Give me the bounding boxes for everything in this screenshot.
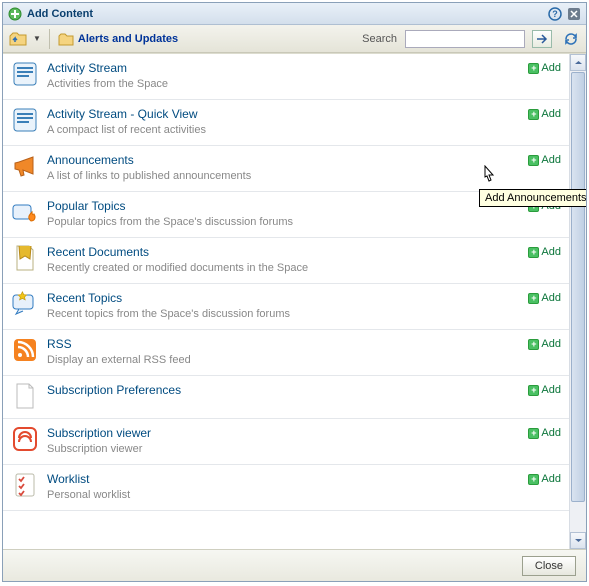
list-item: Recent DocumentsRecently created or modi… (3, 238, 569, 284)
plus-icon: + (528, 63, 539, 74)
item-desc: Subscription viewer (47, 442, 520, 456)
plus-icon: + (528, 474, 539, 485)
list-item: Recent TopicsRecent topics from the Spac… (3, 284, 569, 330)
item-icon (11, 425, 39, 453)
item-title[interactable]: Recent Topics (47, 290, 520, 306)
scroll-down-button[interactable] (570, 532, 586, 549)
close-icon[interactable] (566, 6, 582, 22)
item-desc: Recently created or modified documents i… (47, 261, 520, 275)
item-desc: A compact list of recent activities (47, 123, 520, 137)
list-item: Subscription Preferences +Add (3, 376, 569, 419)
item-icon (11, 198, 39, 226)
folder-icon (58, 32, 74, 46)
item-title[interactable]: Announcements (47, 152, 520, 168)
list-item: RSSDisplay an external RSS feed +Add (3, 330, 569, 376)
item-icon (11, 336, 39, 364)
item-title[interactable]: Popular Topics (47, 198, 520, 214)
item-title[interactable]: Recent Documents (47, 244, 520, 260)
item-title[interactable]: Activity Stream (47, 60, 520, 76)
add-button[interactable]: +Add (528, 246, 561, 258)
item-desc: Personal worklist (47, 488, 520, 502)
item-icon (11, 152, 39, 180)
plus-icon: + (528, 428, 539, 439)
plus-icon: + (528, 385, 539, 396)
search-go-button[interactable] (532, 30, 552, 48)
add-content-dialog: Add Content ? ▼ Alerts and Updates Searc… (2, 2, 587, 582)
add-label: Add (541, 473, 561, 485)
help-icon[interactable]: ? (547, 6, 563, 22)
add-button[interactable]: +Add (528, 338, 561, 350)
scroll-thumb[interactable] (571, 72, 585, 502)
add-label: Add (541, 154, 561, 166)
scroll-up-button[interactable] (570, 54, 586, 71)
add-button[interactable]: +Add (528, 427, 561, 439)
add-label: Add (541, 246, 561, 258)
add-button[interactable]: +Add (528, 62, 561, 74)
add-content-icon (7, 6, 23, 22)
list-item: Activity StreamActivities from the Space… (3, 54, 569, 100)
item-desc: Activities from the Space (47, 77, 520, 91)
scrollbar[interactable] (569, 54, 586, 549)
item-title[interactable]: Subscription viewer (47, 425, 520, 441)
search-input[interactable] (405, 30, 525, 48)
add-label: Add (541, 108, 561, 120)
item-icon (11, 106, 39, 134)
item-title[interactable]: Activity Stream - Quick View (47, 106, 520, 122)
add-label: Add (541, 427, 561, 439)
content-list: Activity StreamActivities from the Space… (3, 53, 586, 549)
add-button[interactable]: +Add (528, 384, 561, 396)
list-item: Activity Stream - Quick ViewA compact li… (3, 100, 569, 146)
add-button[interactable]: +Add (528, 292, 561, 304)
item-desc: Popular topics from the Space's discussi… (47, 215, 520, 229)
add-button[interactable]: +Add (528, 473, 561, 485)
item-icon (11, 60, 39, 88)
tooltip: Add Announcements (479, 189, 586, 207)
add-label: Add (541, 292, 561, 304)
item-title[interactable]: RSS (47, 336, 520, 352)
close-button[interactable]: Close (522, 556, 576, 576)
add-label: Add (541, 384, 561, 396)
breadcrumb[interactable]: Alerts and Updates (58, 32, 178, 46)
item-icon (11, 382, 39, 410)
toolbar: ▼ Alerts and Updates Search (3, 25, 586, 53)
svg-text:?: ? (552, 9, 558, 19)
item-icon (11, 244, 39, 272)
list-item: WorklistPersonal worklist +Add (3, 465, 569, 511)
chevron-down-icon[interactable]: ▼ (31, 34, 43, 43)
item-icon (11, 471, 39, 499)
plus-icon: + (528, 109, 539, 120)
list-item: Subscription viewerSubscription viewer +A… (3, 419, 569, 465)
item-desc: A list of links to published announcemen… (47, 169, 520, 183)
list-item: AnnouncementsA list of links to publishe… (3, 146, 569, 192)
refresh-button[interactable] (562, 30, 580, 48)
scroll-track[interactable] (570, 71, 586, 532)
add-button[interactable]: +Add (528, 154, 561, 166)
dialog-footer: Close (3, 549, 586, 581)
item-desc: Recent topics from the Space's discussio… (47, 307, 520, 321)
item-title[interactable]: Worklist (47, 471, 520, 487)
item-desc: Display an external RSS feed (47, 353, 520, 367)
plus-icon: + (528, 293, 539, 304)
up-folder-button[interactable] (9, 30, 27, 48)
item-title[interactable]: Subscription Preferences (47, 382, 520, 398)
dialog-title: Add Content (27, 8, 547, 20)
item-icon (11, 290, 39, 318)
titlebar: Add Content ? (3, 3, 586, 25)
plus-icon: + (528, 155, 539, 166)
add-button[interactable]: +Add (528, 108, 561, 120)
plus-icon: + (528, 339, 539, 350)
separator (49, 29, 50, 49)
search-label: Search (362, 33, 397, 45)
breadcrumb-label: Alerts and Updates (78, 33, 178, 45)
add-label: Add (541, 62, 561, 74)
plus-icon: + (528, 247, 539, 258)
add-label: Add (541, 338, 561, 350)
